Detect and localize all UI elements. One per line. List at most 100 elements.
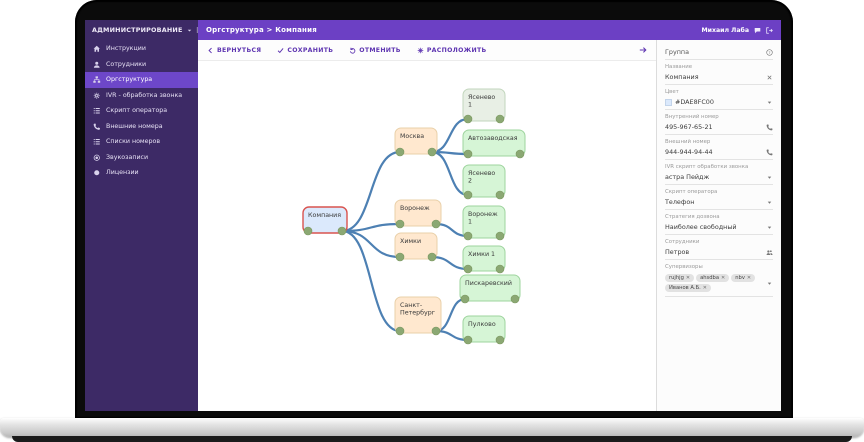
sidebar-item-sitemap[interactable]: Оргструктура bbox=[85, 72, 198, 88]
field-label: Внутренний номер bbox=[665, 114, 719, 120]
sidebar-item-phone[interactable]: Внешние номера bbox=[85, 119, 198, 135]
chevron-down-icon[interactable] bbox=[186, 27, 193, 34]
node-port[interactable] bbox=[495, 190, 505, 200]
node-port[interactable] bbox=[463, 114, 473, 124]
caret-icon[interactable] bbox=[766, 199, 773, 206]
node-port[interactable] bbox=[460, 294, 470, 304]
field-row[interactable]: 944-944-94-44 bbox=[665, 146, 773, 160]
field-value: 944-944-94-44 bbox=[665, 148, 713, 156]
node-port[interactable] bbox=[395, 326, 405, 336]
caret-icon[interactable] bbox=[766, 174, 773, 181]
field-label: Цвет bbox=[665, 89, 679, 95]
org-node-piskarev[interactable]: Пискаревский bbox=[459, 274, 521, 302]
node-port[interactable] bbox=[395, 252, 405, 262]
node-port[interactable] bbox=[463, 335, 473, 345]
node-port[interactable] bbox=[427, 147, 437, 157]
расположить-button[interactable]: РАСПОЛОЖИТЬ bbox=[417, 47, 487, 54]
node-port[interactable] bbox=[463, 190, 473, 200]
node-port[interactable] bbox=[495, 114, 505, 124]
help-icon[interactable]: ? bbox=[766, 48, 773, 56]
field-row[interactable]: #DAE8FC00 bbox=[665, 96, 773, 110]
org-chart-canvas[interactable]: Компания Москва Воронеж Химки Санкт-Петербур… bbox=[198, 61, 656, 411]
org-node-avtozavod[interactable]: Автозаводская bbox=[462, 129, 526, 157]
node-port[interactable] bbox=[510, 294, 520, 304]
panel-field: Скрипт оператора Телефон bbox=[657, 186, 781, 211]
laptop-base-lip bbox=[12, 436, 852, 442]
field-label: Внешний номер bbox=[665, 139, 711, 145]
field-label: IVR скрипт обработки звонка bbox=[665, 164, 749, 170]
chip-label: nbv bbox=[735, 275, 745, 281]
caret-icon[interactable] bbox=[766, 99, 773, 106]
node-port[interactable] bbox=[495, 264, 505, 274]
field-label: Скрипт оператора bbox=[665, 189, 718, 195]
chip[interactable]: rujhjg ✕ bbox=[665, 274, 695, 282]
logout-icon[interactable] bbox=[766, 26, 773, 34]
chat-icon[interactable] bbox=[754, 27, 761, 34]
вернуться-button[interactable]: ВЕРНУТЬСЯ bbox=[207, 47, 261, 54]
отменить-button[interactable]: ОТМЕНИТЬ bbox=[349, 47, 401, 54]
sidebar-item-list[interactable]: Списки номеров bbox=[85, 134, 198, 150]
collapse-panel-icon[interactable] bbox=[639, 46, 647, 54]
clear-icon[interactable] bbox=[766, 74, 773, 81]
people-icon[interactable] bbox=[766, 249, 773, 256]
person-icon bbox=[93, 61, 101, 69]
chip[interactable]: Иванов А.Б. ✕ bbox=[665, 284, 711, 292]
org-node-label: Москва bbox=[400, 133, 424, 140]
laptop-mockup: АДМИНИСТРИРОВАНИЕ Инструкции Сотрудники Ор… bbox=[0, 0, 864, 442]
laptop-base bbox=[0, 418, 864, 437]
node-port[interactable] bbox=[427, 252, 437, 262]
panel-field: Стратегия дозвона Наиболее свободный bbox=[657, 211, 781, 236]
sidebar-item-label: Инструкции bbox=[106, 45, 146, 53]
node-port[interactable] bbox=[495, 335, 505, 345]
app-header: Оргструктура > Компания Михаил Лаба bbox=[198, 20, 781, 40]
caret-icon[interactable] bbox=[766, 280, 773, 287]
node-port[interactable] bbox=[395, 219, 405, 229]
field-row[interactable]: Наиболее свободный bbox=[665, 221, 773, 235]
gear-icon bbox=[93, 92, 101, 100]
node-port[interactable] bbox=[431, 326, 441, 336]
sidebar-item-circle[interactable]: Лицензии bbox=[85, 165, 198, 181]
chip[interactable]: nbv ✕ bbox=[731, 274, 756, 282]
node-port[interactable] bbox=[463, 231, 473, 241]
caret-icon[interactable] bbox=[766, 224, 773, 231]
node-port[interactable] bbox=[463, 149, 473, 159]
field-value: 495-967-65-21 bbox=[665, 123, 713, 131]
node-port[interactable] bbox=[303, 226, 313, 236]
node-port[interactable] bbox=[395, 147, 405, 157]
сохранить-button[interactable]: СОХРАНИТЬ bbox=[277, 47, 333, 54]
node-port[interactable] bbox=[463, 264, 473, 274]
sidebar-item-record[interactable]: Звукозаписи bbox=[85, 150, 198, 166]
sidebar-item-person[interactable]: Сотрудники bbox=[85, 57, 198, 73]
remove-chip-icon[interactable]: ✕ bbox=[686, 275, 690, 281]
field-row[interactable]: rujhjg ✕ ahsdba ✕ nbv ✕ Иванов А.Б. ✕ bbox=[665, 271, 773, 297]
field-row[interactable]: 495-967-65-21 bbox=[665, 121, 773, 135]
field-row[interactable]: Телефон bbox=[665, 196, 773, 210]
remove-chip-icon[interactable]: ✕ bbox=[747, 275, 751, 281]
remove-chip-icon[interactable]: ✕ bbox=[721, 275, 725, 281]
toolbar-button-label: РАСПОЛОЖИТЬ bbox=[426, 46, 487, 54]
sidebar-item-list[interactable]: Скрипт оператора bbox=[85, 103, 198, 119]
node-port[interactable] bbox=[495, 231, 505, 241]
node-port[interactable] bbox=[515, 149, 525, 159]
phone-icon[interactable] bbox=[766, 124, 773, 131]
field-row[interactable]: Группа? bbox=[665, 46, 773, 60]
field-label: Сотрудники bbox=[665, 239, 700, 245]
node-port[interactable] bbox=[337, 226, 347, 236]
sidebar-item-label: IVR - обработка звонка bbox=[106, 91, 183, 99]
sidebar-item-home[interactable]: Инструкции bbox=[85, 41, 198, 57]
field-row[interactable]: астра Пейдж bbox=[665, 171, 773, 185]
sidebar-title[interactable]: АДМИНИСТРИРОВАНИЕ bbox=[92, 26, 183, 34]
user-name[interactable]: Михаил Лаба bbox=[702, 27, 750, 34]
phone-icon[interactable] bbox=[766, 149, 773, 156]
remove-chip-icon[interactable]: ✕ bbox=[703, 285, 707, 291]
field-value: Телефон bbox=[665, 198, 695, 206]
sidebar-item-gear[interactable]: IVR - обработка звонка bbox=[85, 88, 198, 104]
color-swatch[interactable] bbox=[665, 98, 672, 106]
user-box: Михаил Лаба bbox=[702, 27, 774, 34]
chip[interactable]: ahsdba ✕ bbox=[696, 274, 730, 282]
sidebar-nav: Инструкции Сотрудники Оргструктура IVR - об… bbox=[85, 41, 198, 181]
sidebar-item-label: Скрипт оператора bbox=[106, 107, 168, 115]
node-port[interactable] bbox=[431, 219, 441, 229]
field-row[interactable]: Компания bbox=[665, 71, 773, 85]
field-row[interactable]: Петров bbox=[665, 246, 773, 260]
